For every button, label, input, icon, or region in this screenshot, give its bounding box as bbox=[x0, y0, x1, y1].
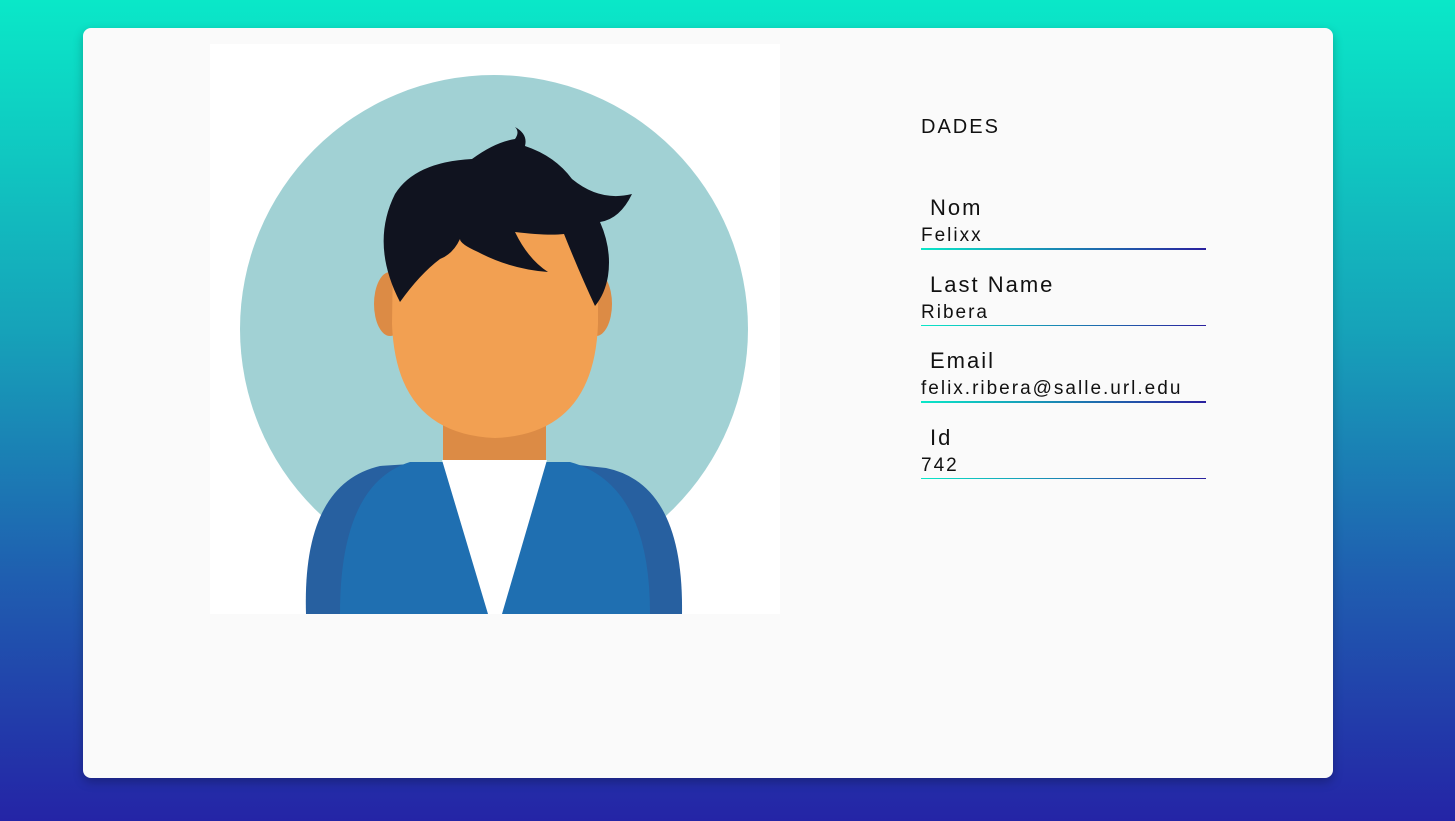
user-avatar-icon bbox=[240, 75, 748, 614]
id-input[interactable] bbox=[921, 455, 1206, 479]
profile-form: DADES Nom Last Name Email Id bbox=[921, 116, 1211, 501]
section-title: DADES bbox=[921, 116, 1000, 138]
last-name-input[interactable] bbox=[921, 302, 1206, 326]
nom-label: Nom bbox=[930, 195, 983, 220]
field-last-name: Last Name bbox=[921, 272, 1211, 326]
field-email: Email bbox=[921, 348, 1211, 403]
field-nom: Nom bbox=[921, 195, 1211, 250]
avatar-image bbox=[210, 44, 780, 614]
nom-input[interactable] bbox=[921, 225, 1206, 250]
last-name-label: Last Name bbox=[930, 272, 1055, 297]
id-label: Id bbox=[930, 425, 953, 450]
profile-card: DADES Nom Last Name Email Id bbox=[83, 28, 1333, 778]
email-label: Email bbox=[930, 348, 996, 373]
field-id: Id bbox=[921, 425, 1211, 479]
email-input[interactable] bbox=[921, 378, 1206, 403]
